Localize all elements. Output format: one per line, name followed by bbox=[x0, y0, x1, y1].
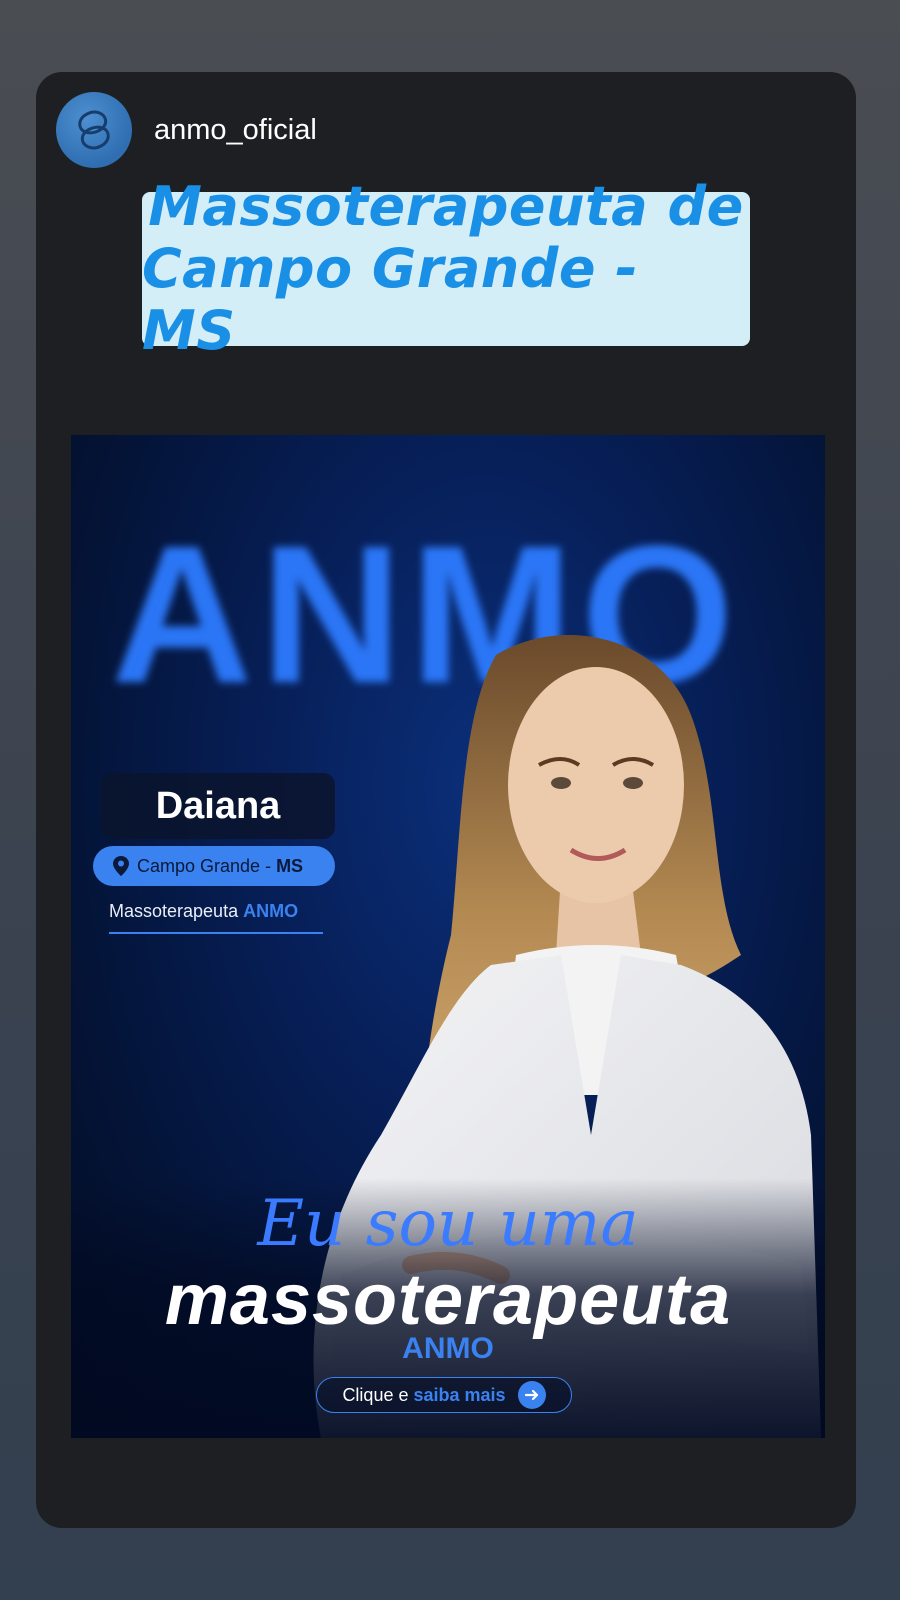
username[interactable]: anmo_oficial bbox=[154, 114, 317, 147]
arrow-right-icon[interactable] bbox=[517, 1381, 546, 1409]
headline-script: Eu sou uma bbox=[257, 1187, 639, 1261]
location-pin-icon bbox=[113, 856, 129, 876]
banner-line-1: Massoterapeuta de bbox=[148, 175, 744, 238]
cta-prefix: Clique e bbox=[342, 1384, 409, 1405]
location-city: Campo Grande - bbox=[137, 855, 272, 876]
location-pill: Campo Grande - MS bbox=[93, 846, 335, 886]
story-card: anmo_oficial Massoterapeuta de Campo Gra… bbox=[36, 72, 856, 1528]
name-card: Daiana bbox=[101, 773, 335, 839]
title-banner: Massoterapeuta de Campo Grande - MS bbox=[142, 176, 750, 362]
face-shape bbox=[508, 667, 684, 903]
anmo-logo-icon[interactable] bbox=[56, 92, 132, 168]
cta-highlight: saiba mais bbox=[413, 1384, 506, 1405]
banner-line-2: Campo Grande - MS bbox=[142, 237, 639, 362]
role-prefix: Massoterapeuta bbox=[109, 901, 239, 921]
post-image[interactable]: ANMO Daiana Campo Grande - MS Massoterap… bbox=[71, 435, 825, 1438]
location-state: MS bbox=[276, 855, 304, 876]
cta-button[interactable]: Clique e saiba mais bbox=[316, 1377, 572, 1413]
headline-main: massoterapeuta bbox=[164, 1260, 732, 1340]
role-line: Massoterapeuta ANMO bbox=[109, 901, 323, 934]
role-brand: ANMO bbox=[243, 901, 299, 921]
headline-brand: ANMO bbox=[402, 1332, 494, 1365]
story-header[interactable]: anmo_oficial bbox=[56, 92, 317, 168]
